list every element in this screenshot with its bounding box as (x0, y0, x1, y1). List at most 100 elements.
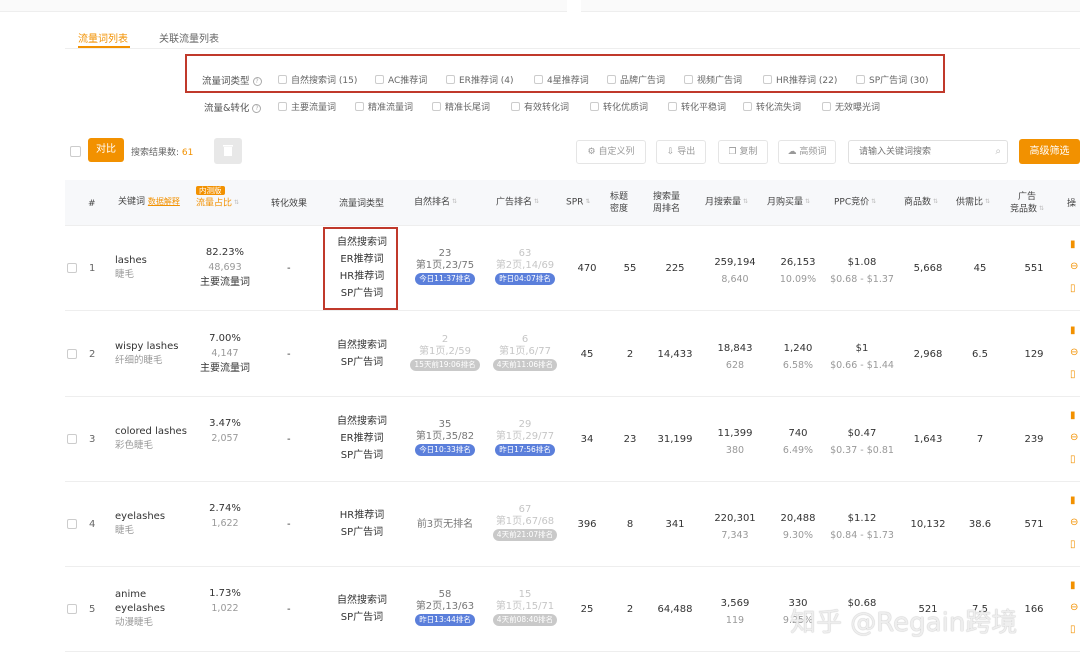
checkbox[interactable] (856, 75, 865, 84)
conversion-filter-option[interactable]: 主要流量词 (278, 100, 336, 113)
type-filter-option[interactable]: 自然搜索词 (15) (278, 73, 357, 86)
checkbox[interactable] (743, 102, 752, 111)
keyword-cell[interactable]: colored lashes 彩色睫毛 (115, 425, 187, 453)
help-icon[interactable]: ? (252, 104, 262, 113)
chart-icon[interactable]: ▮ (1070, 325, 1076, 336)
export-button[interactable]: ⇩ 导出 (656, 140, 706, 164)
conversion-filter-option[interactable]: 转化优质词 (590, 100, 648, 113)
trash-icon[interactable]: ▯ (1070, 283, 1076, 294)
chart-icon[interactable]: ▮ (1070, 580, 1076, 591)
conversion-filter-option[interactable]: 无效曝光词 (822, 100, 880, 113)
conversion-filter-option[interactable]: 有效转化词 (511, 100, 569, 113)
keyword-cell[interactable]: wispy lashes 纤细的睫毛 (115, 340, 178, 368)
trash-icon[interactable]: ▯ (1070, 624, 1076, 635)
chart-icon[interactable]: ▮ (1070, 495, 1076, 506)
checkbox[interactable] (763, 75, 772, 84)
copy-button[interactable]: ❐ 复制 (718, 140, 768, 164)
type-filter-option[interactable]: 视频广告词 (684, 73, 742, 86)
row-checkbox[interactable] (67, 433, 77, 444)
col-ad-products[interactable]: 广告 竞品数 ⇅ (1010, 191, 1044, 216)
ppc-cell: $1.12 $0.84 - $1.73 (830, 512, 894, 541)
checkbox[interactable] (278, 75, 287, 84)
trash-icon[interactable]: ▯ (1070, 369, 1076, 380)
natural-rank-cell[interactable]: 58 第2页,13/63 昨日13:44排名 (405, 589, 485, 626)
ad-rank-cell[interactable]: 67 第1页,67/68 4天前21:07排名 (485, 504, 565, 541)
keyword-search-input[interactable] (849, 141, 989, 163)
tab-traffic-words[interactable]: 流量词列表 (78, 30, 128, 45)
advanced-filter-button[interactable]: 高级筛选 (1019, 139, 1080, 164)
row-checkbox[interactable] (67, 348, 77, 359)
type-filter-option[interactable]: SP广告词 (30) (856, 73, 928, 86)
ad-rank-cell[interactable]: 15 第1页,15/71 4天前08:40排名 (485, 589, 565, 626)
col-natural-rank[interactable]: 自然排名 ⇅ (414, 196, 457, 209)
checkbox[interactable] (590, 102, 599, 111)
col-share[interactable]: 内测版 流量占比 ⇅ (196, 185, 239, 210)
ad-rank-cell[interactable]: 6 第1页,6/77 4天前11:06排名 (485, 334, 565, 371)
effect-cell: - (287, 262, 291, 274)
minus-circle-icon[interactable]: ⊖ (1070, 347, 1078, 358)
col-monthly-search[interactable]: 月搜索量 ⇅ (705, 196, 748, 209)
col-products[interactable]: 商品数 ⇅ (904, 196, 938, 209)
conversion-filter-option[interactable]: 精准长尾词 (432, 100, 490, 113)
custom-columns-button[interactable]: ⚙ 自定义列 (576, 140, 646, 164)
minus-circle-icon[interactable]: ⊖ (1070, 432, 1078, 443)
keyword-translation: 睫毛 (115, 268, 135, 280)
checkbox[interactable] (278, 102, 287, 111)
col-spr[interactable]: SPR ⇅ (566, 196, 590, 209)
checkbox[interactable] (684, 75, 693, 84)
word-cloud-button[interactable]: ☁ 高频词 (778, 140, 836, 164)
conversion-filter-option[interactable]: 转化平稳词 (668, 100, 726, 113)
ad-rank-cell[interactable]: 29 第1页,29/77 昨日17:56排名 (485, 419, 565, 456)
help-icon[interactable]: ? (252, 77, 262, 86)
type-filter-option[interactable]: ER推荐词 (4) (446, 73, 514, 86)
checkbox[interactable] (375, 75, 384, 84)
checkbox[interactable] (668, 102, 677, 111)
select-all-checkbox[interactable] (70, 146, 81, 157)
delete-button[interactable] (214, 138, 242, 164)
minus-circle-icon[interactable]: ⊖ (1070, 602, 1078, 613)
trash-icon[interactable]: ▯ (1070, 454, 1076, 465)
compare-button[interactable]: 对比 (88, 138, 124, 162)
natural-rank-cell[interactable]: 前3页无排名 (405, 518, 485, 531)
type-filter-option[interactable]: 品牌广告词 (607, 73, 665, 86)
natural-rank-cell[interactable]: 35 第1页,35/82 今日10:33排名 (405, 419, 485, 456)
ad-products-cell: 551 (1024, 262, 1044, 274)
col-title-density[interactable]: 标题 密度 (610, 191, 628, 215)
row-checkbox[interactable] (67, 262, 77, 273)
row-checkbox[interactable] (67, 518, 77, 529)
minus-circle-icon[interactable]: ⊖ (1070, 517, 1078, 528)
type-filter-option[interactable]: 4星推荐词 (534, 73, 589, 86)
checkbox[interactable] (432, 102, 441, 111)
tab-related-traffic[interactable]: 关联流量列表 (159, 30, 219, 45)
keyword-cell[interactable]: eyelashes 睫毛 (115, 510, 165, 538)
minus-circle-icon[interactable]: ⊖ (1070, 261, 1078, 272)
keyword-cell[interactable]: anime eyelashes 动漫睫毛 (115, 588, 165, 630)
keyword-cell[interactable]: lashes 睫毛 (115, 254, 147, 282)
checkbox[interactable] (446, 75, 455, 84)
trash-icon[interactable]: ▯ (1070, 539, 1076, 550)
conversion-filter-option[interactable]: 转化流失词 (743, 100, 801, 113)
checkbox[interactable] (822, 102, 831, 111)
type-filter-option[interactable]: AC推荐词 (375, 73, 427, 86)
monthly-search-cell: 18,843 628 (717, 342, 753, 371)
col-effect: 转化效果 (271, 199, 308, 209)
row-checkbox[interactable] (67, 603, 77, 614)
conversion-filter-option[interactable]: 精准流量词 (355, 100, 413, 113)
checkbox[interactable] (607, 75, 616, 84)
checkbox[interactable] (355, 102, 364, 111)
col-weekly-rank[interactable]: 搜索量 周排名 (653, 191, 680, 215)
col-monthly-purchase[interactable]: 月购买量 ⇅ (767, 196, 810, 209)
chart-icon[interactable]: ▮ (1070, 239, 1076, 250)
checkbox[interactable] (534, 75, 543, 84)
natural-rank-cell[interactable]: 2 第1页,2/59 15天前19:06排名 (405, 334, 485, 371)
type-filter-option[interactable]: HR推荐词 (22) (763, 73, 837, 86)
ad-rank-cell[interactable]: 63 第2页,14/69 昨日04:07排名 (485, 248, 565, 285)
checkbox[interactable] (511, 102, 520, 111)
col-ppc[interactable]: PPC竞价 ⇅ (834, 196, 876, 209)
natural-rank-cell[interactable]: 23 第1页,23/75 今日11:37排名 (405, 248, 485, 285)
col-ad-rank[interactable]: 广告排名 ⇅ (496, 196, 539, 209)
data-explain-link[interactable]: 数据解释 (148, 197, 180, 206)
col-supply-ratio[interactable]: 供需比 ⇅ (956, 196, 990, 209)
search-icon[interactable]: ⌕ (995, 146, 1001, 157)
chart-icon[interactable]: ▮ (1070, 410, 1076, 421)
